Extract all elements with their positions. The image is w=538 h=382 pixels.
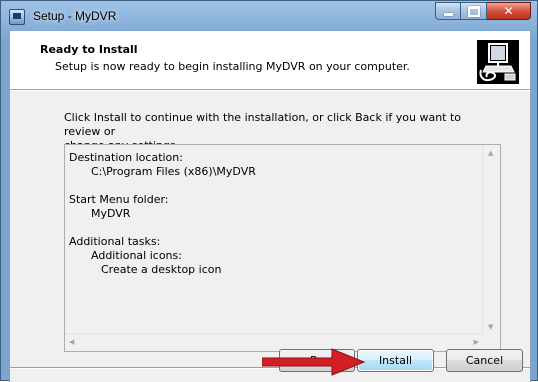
wizard-header: Ready to Install Setup is now ready to b…	[10, 31, 530, 89]
start-menu-value: MyDVR	[91, 207, 131, 220]
tasks-label: Additional tasks:	[69, 235, 161, 248]
scroll-right-icon[interactable]: ▶	[474, 338, 479, 346]
destination-label: Destination location:	[69, 151, 183, 164]
cancel-button[interactable]: Cancel	[446, 349, 523, 372]
close-button[interactable]: ✕	[487, 2, 531, 20]
wizard-page: Ready to Install Setup is now ready to b…	[9, 31, 531, 382]
tasks-item: Create a desktop icon	[101, 263, 222, 276]
red-arrow-annotation	[262, 348, 366, 376]
header-separator	[10, 89, 530, 91]
instruction-line: Click Install to continue with the insta…	[64, 111, 462, 138]
installer-computer-graphic	[477, 40, 519, 84]
scroll-down-icon[interactable]: ▼	[488, 323, 493, 331]
window-controls: ✕	[435, 2, 531, 20]
close-icon: ✕	[503, 4, 514, 18]
minimize-button[interactable]	[435, 2, 461, 20]
maximize-button[interactable]	[461, 2, 487, 20]
page-subtitle: Setup is now ready to begin installing M…	[55, 60, 410, 73]
arrow-shape	[262, 348, 366, 376]
tasks-group: Additional icons:	[91, 249, 182, 262]
window-title: Setup - MyDVR	[33, 9, 117, 23]
summary-text: Destination location: C:\Program Files (…	[69, 145, 256, 277]
setup-icon[interactable]	[9, 9, 25, 25]
setup-window: Setup - MyDVR ✕ Ready to Install Setup i…	[0, 0, 538, 382]
install-summary-memo[interactable]: Destination location: C:\Program Files (…	[64, 144, 501, 352]
maximize-icon	[467, 5, 480, 17]
minimize-icon	[443, 12, 453, 16]
start-menu-label: Start Menu folder:	[69, 193, 169, 206]
install-button[interactable]: Install	[357, 349, 434, 372]
installer-computer-icon	[477, 40, 519, 84]
scroll-left-icon[interactable]: ◀	[69, 338, 74, 346]
page-title: Ready to Install	[40, 43, 138, 56]
vertical-scrollbar[interactable]: ▲ ▼	[482, 145, 500, 335]
destination-value: C:\Program Files (x86)\MyDVR	[91, 165, 256, 178]
scroll-up-icon[interactable]: ▲	[488, 149, 493, 157]
title-bar[interactable]: Setup - MyDVR ✕	[1, 1, 537, 31]
